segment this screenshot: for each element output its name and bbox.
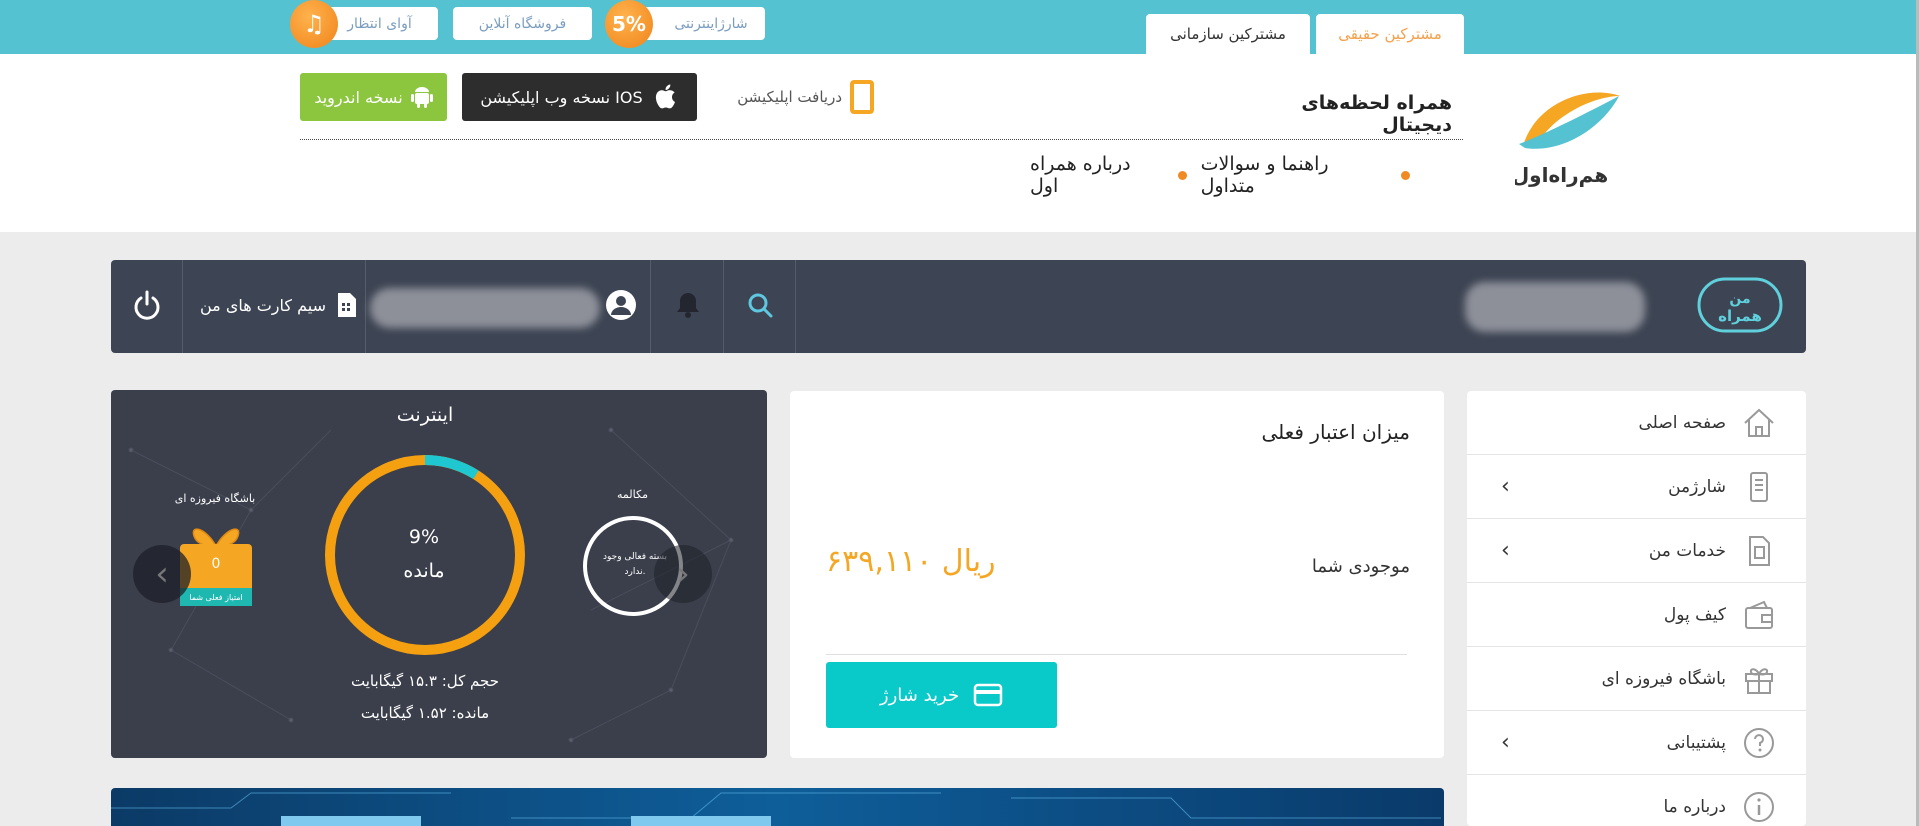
sidebar-item-label: صفحه اصلی — [1638, 412, 1726, 433]
header-nav: راهنما و سوالات متداول درباره همراه اول — [1030, 153, 1410, 197]
carousel-next-button[interactable]: › — [654, 545, 712, 603]
circuit-pattern — [111, 792, 1441, 826]
nav-bullet — [1177, 170, 1187, 180]
my-sim-cards-button[interactable]: سیم کارت های من — [188, 288, 358, 322]
android-button[interactable]: نسخه اندروید — [300, 73, 447, 121]
userbar-divider — [182, 260, 183, 353]
hamrahe-man-logo[interactable]: من همراه — [1697, 275, 1783, 335]
sim-cards-label: سیم کارت های من — [199, 295, 326, 315]
hamrahe-aval-logo[interactable]: هم‌راه‌اول — [1512, 74, 1625, 194]
sidebar-item-support[interactable]: ‹ پشتیبانی — [1467, 711, 1806, 775]
android-button-label: نسخه اندروید — [314, 87, 403, 107]
remaining-percent: 9% — [408, 526, 440, 548]
bell-icon[interactable] — [668, 285, 708, 325]
search-icon[interactable] — [740, 285, 780, 325]
chevron-left-icon: ‹ — [1501, 730, 1510, 755]
get-app-link[interactable]: دریافت اپلیکیشن — [714, 80, 874, 114]
tab-individual-subscribers[interactable]: مشترکین حقیقی — [1316, 14, 1464, 54]
nav-link-about[interactable]: درباره همراه اول — [1030, 153, 1164, 197]
internet-total-volume: حجم کل: ۱۵.۳ گیگابایت — [351, 672, 499, 690]
sidebar-item-label: درباره ما — [1663, 797, 1727, 817]
club-points-label: امتیاز فعلی شما — [180, 588, 252, 606]
sidebar-item-label: کیف پول — [1663, 604, 1726, 625]
chevron-left-icon: ‹ — [155, 554, 169, 594]
club-title: باشگاه فیروزه ای — [174, 492, 256, 505]
sidebar-item-label: پشتیبانی — [1666, 732, 1726, 753]
services-icon — [1749, 535, 1770, 566]
sidebar-item-label: شارژمن — [1668, 476, 1726, 497]
sidebar-item-label: باشگاه فیروزه ای — [1601, 668, 1726, 689]
side-menu: صفحه اصلی ‹ شارژمن ‹ خدمات من کیف پول با… — [1467, 391, 1806, 826]
question-icon — [1744, 727, 1774, 758]
promo-banner[interactable] — [111, 788, 1444, 826]
internet-remaining-volume: مانده: ۱.۵۲ گیگابایت — [360, 704, 490, 722]
internet-title: اینترنت — [396, 404, 454, 426]
redacted-phone-number — [370, 288, 600, 328]
balance-value: ۶۳۹,۱۱۰ ریال — [826, 544, 996, 579]
credit-divider — [826, 654, 1407, 655]
userbar-divider — [795, 260, 796, 353]
sidebar-item-wallet[interactable]: کیف پول — [1467, 583, 1806, 647]
chevron-right-icon: › — [676, 554, 690, 594]
ios-webapp-button[interactable]: نسخه وب اپلیکیشن IOS — [462, 73, 697, 121]
nav-bullet — [1401, 170, 1410, 180]
userbar-divider — [723, 260, 724, 353]
music-note-icon: ♫ — [290, 0, 338, 48]
balance-label: موجودی شما — [1311, 556, 1410, 577]
power-icon[interactable] — [127, 285, 167, 325]
online-shop-link[interactable]: فروشگاه آنلاین — [453, 7, 592, 40]
header-tagline: همراه لحظه‌های دیجیتال — [1301, 92, 1452, 136]
svg-text:همراه: همراه — [1718, 307, 1762, 325]
site-header — [0, 54, 1919, 232]
header-divider — [300, 139, 1463, 140]
wallet-icon — [1745, 600, 1773, 629]
home-icon — [1744, 408, 1774, 437]
get-app-label: دریافت اپلیکیشن — [737, 88, 842, 106]
sidebar-item-charge[interactable]: ‹ شارژمن — [1467, 455, 1806, 519]
percent-badge-icon: 5% — [605, 0, 653, 48]
gift-icon — [1745, 667, 1773, 694]
svg-text:من: من — [1729, 291, 1750, 307]
ios-button-label: نسخه وب اپلیکیشن IOS — [480, 87, 643, 107]
info-icon — [1744, 792, 1774, 822]
chevron-left-icon: ‹ — [1501, 474, 1510, 499]
tab-corporate-subscribers[interactable]: مشترکین سازمانی — [1146, 14, 1310, 54]
buy-charge-button[interactable]: خرید شارژ — [826, 662, 1057, 728]
sidebar-item-services[interactable]: ‹ خدمات من — [1467, 519, 1806, 583]
sidebar-item-firoozeh-club[interactable]: باشگاه فیروزه ای — [1467, 647, 1806, 711]
mobile-phone-icon — [850, 80, 874, 114]
user-icon[interactable] — [601, 285, 641, 325]
sidebar-item-home[interactable]: صفحه اصلی — [1467, 391, 1806, 455]
android-icon — [410, 87, 433, 108]
credit-card-icon — [973, 683, 1003, 707]
buy-charge-label: خرید شارژ — [879, 684, 960, 706]
svg-text:هم‌راه‌اول: هم‌راه‌اول — [1515, 163, 1608, 187]
phone-charge-icon — [1750, 471, 1768, 502]
top-bar — [0, 0, 1919, 54]
userbar-divider — [365, 260, 366, 353]
carousel-prev-button[interactable]: ‹ — [133, 545, 191, 603]
sidebar-item-about[interactable]: درباره ما — [1467, 775, 1806, 826]
internet-remaining-percent: 9% مانده — [364, 520, 484, 588]
userbar-divider — [650, 260, 651, 353]
remaining-word: مانده — [403, 560, 445, 582]
calls-title: مکالمه — [617, 488, 648, 501]
redacted-username — [1465, 282, 1645, 332]
sim-card-icon — [338, 293, 356, 317]
apple-icon — [655, 84, 675, 109]
credit-title: میزان اعتبار فعلی — [1261, 420, 1410, 444]
chevron-left-icon: ‹ — [1501, 538, 1510, 563]
nav-link-faq[interactable]: راهنما و سوالات متداول — [1201, 153, 1387, 197]
sidebar-item-label: خدمات من — [1648, 540, 1726, 561]
